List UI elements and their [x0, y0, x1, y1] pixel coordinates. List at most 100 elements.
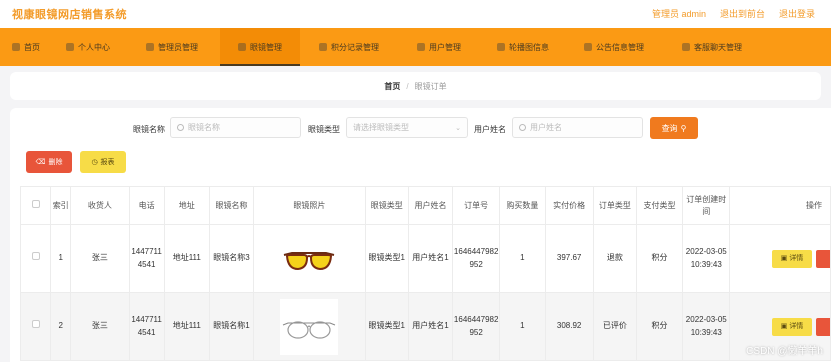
header-cell: 眼镜类型	[364, 186, 409, 225]
glasses-type-label: 眼镜类型	[308, 125, 340, 134]
created-time-cell: 2022-03-05 10:39:43	[682, 224, 731, 293]
row-delete-button[interactable]	[816, 249, 830, 268]
nav-item-label: 个人中心	[78, 42, 110, 52]
nav-item-glasses[interactable]: 眼镜管理	[220, 28, 300, 66]
glasses-name-input[interactable]: 眼镜名称	[170, 117, 301, 138]
header-cell: 订单类型	[592, 186, 637, 225]
nav-item-home[interactable]: 首页	[0, 28, 52, 66]
user-name-placeholder: 用户姓名	[530, 123, 562, 132]
nav-item-points[interactable]: 积分记录管理	[300, 28, 398, 66]
glasses-name-cell: 眼镜名称1	[208, 292, 255, 361]
users-icon	[417, 43, 425, 51]
breadcrumb-separator: /	[406, 81, 409, 91]
nav-item-users[interactable]: 用户管理	[398, 28, 480, 66]
header-cell: 地址	[163, 186, 210, 225]
delete-button[interactable]: ⌫ 删除	[26, 151, 72, 173]
delete-button-label: 删除	[48, 159, 63, 166]
exit-to-front-link[interactable]: 退出到前台	[720, 7, 765, 20]
created-time-cell: 2022-03-05 10:39:43	[682, 292, 731, 361]
row-checkbox[interactable]	[31, 252, 40, 261]
quantity-cell: 1	[499, 292, 546, 361]
user-name-cell: 用户姓名1	[407, 292, 454, 361]
row-delete-button[interactable]	[816, 317, 830, 336]
main-nav: 首页 个人中心 管理员管理 眼镜管理 积分记录管理 用户管理 轮播图信息 公告信…	[0, 28, 831, 66]
table-row: 1 张三 14477114541 地址111 眼镜名称3 眼镜类型1 用户姓名1…	[20, 224, 831, 293]
nav-item-label: 眼镜管理	[250, 42, 282, 52]
phone-cell: 14477114541	[128, 292, 165, 361]
eyeglasses-photo	[280, 298, 339, 355]
app-title: 视康眼镜网店销售系统	[12, 9, 127, 21]
detail-icon: ▣	[780, 322, 788, 330]
nav-item-notice[interactable]: 公告信息管理	[566, 28, 662, 66]
nav-item-label: 客服聊天管理	[694, 42, 742, 52]
user-name-cell: 用户姓名1	[407, 224, 454, 293]
actions-cell: ▣ 详情	[729, 224, 831, 293]
row-select-cell[interactable]	[20, 292, 52, 361]
glasses-name-cell: 眼镜名称3	[208, 224, 255, 293]
chat-icon	[682, 43, 690, 51]
row-checkbox[interactable]	[31, 320, 40, 329]
glasses-name-placeholder: 眼镜名称	[188, 123, 220, 132]
index-cell: 2	[50, 292, 72, 361]
nav-item-admin[interactable]: 管理员管理	[124, 28, 220, 66]
glasses-name-label: 眼镜名称	[133, 125, 165, 134]
glasses-type-cell: 眼镜类型1	[364, 224, 409, 293]
row-select-cell[interactable]	[20, 224, 52, 293]
header-cell: 订单号	[452, 186, 501, 225]
points-icon	[319, 43, 327, 51]
header-cell: 眼镜照片	[253, 186, 366, 225]
header-cell: 眼镜名称	[208, 186, 255, 225]
phone-cell: 14477114541	[128, 224, 165, 293]
header-cell: 收货人	[70, 186, 130, 225]
glasses-type-cell: 眼镜类型1	[364, 292, 409, 361]
nav-item-profile[interactable]: 个人中心	[52, 28, 124, 66]
notice-icon	[584, 43, 592, 51]
orders-table-wrapper: 索引 收货人 电话 地址 眼镜名称 眼镜照片 眼镜类型 用户姓名 订单号 购买数…	[20, 186, 831, 362]
nav-item-carousel[interactable]: 轮播图信息	[480, 28, 566, 66]
chevron-down-icon: ⌄	[455, 124, 461, 132]
order-type-cell: 退款	[592, 224, 637, 293]
top-links: 管理员 admin 退出到前台 退出登录	[652, 7, 815, 20]
header-cell: 用户姓名	[407, 186, 454, 225]
nav-item-label: 积分记录管理	[331, 42, 379, 52]
order-no-cell: 1646447982952	[452, 292, 501, 361]
detail-button-label: 详情	[789, 254, 804, 262]
select-all-checkbox[interactable]	[31, 199, 40, 208]
detail-button-label: 详情	[789, 322, 804, 330]
quantity-cell: 1	[499, 224, 546, 293]
nav-item-chat[interactable]: 客服聊天管理	[662, 28, 762, 66]
search-button[interactable]: 查询 ⚲	[650, 117, 698, 139]
header-cell: 操作	[729, 186, 831, 225]
nav-item-label: 轮播图信息	[509, 42, 549, 52]
home-icon	[12, 43, 20, 51]
detail-icon: ▣	[780, 254, 788, 262]
glasses-icon	[238, 43, 246, 51]
watermark: CSDN @懒羊羊h	[746, 346, 823, 357]
breadcrumb-home[interactable]: 首页	[384, 81, 400, 92]
nav-item-label: 管理员管理	[158, 42, 198, 52]
index-cell: 1	[50, 224, 72, 293]
user-icon	[66, 43, 74, 51]
table-row: 2 张三 14477114541 地址111 眼镜名称1 眼镜类型1 用户姓名1…	[20, 292, 831, 361]
user-name-input[interactable]: 用户姓名	[512, 117, 643, 138]
address-cell: 地址111	[163, 224, 210, 293]
glasses-type-placeholder: 请选择眼镜类型	[353, 123, 409, 132]
table-header-row: 索引 收货人 电话 地址 眼镜名称 眼镜照片 眼镜类型 用户姓名 订单号 购买数…	[20, 186, 831, 225]
price-cell: 397.67	[544, 224, 594, 293]
logout-link[interactable]: 退出登录	[779, 7, 815, 20]
search-icon	[519, 124, 526, 131]
header-cell: 订单创建时间	[682, 186, 731, 225]
detail-button[interactable]: ▣ 详情	[772, 317, 812, 336]
glasses-type-select[interactable]: 请选择眼镜类型 ⌄	[346, 117, 468, 138]
breadcrumb-current: 眼镜订单	[414, 81, 447, 91]
trash-icon: ⌫	[35, 159, 46, 166]
search-icon	[177, 124, 184, 131]
current-user-link[interactable]: 管理员 admin	[652, 7, 706, 20]
detail-button[interactable]: ▣ 详情	[772, 249, 812, 268]
report-button[interactable]: ◷ 报表	[80, 151, 126, 173]
header-select-all[interactable]	[20, 186, 52, 225]
top-bar: 视康眼镜网店销售系统 管理员 admin 退出到前台 退出登录	[0, 0, 831, 28]
nav-item-label: 首页	[24, 42, 40, 52]
glasses-photo-cell	[253, 292, 366, 361]
search-icon: ⚲	[680, 123, 687, 133]
